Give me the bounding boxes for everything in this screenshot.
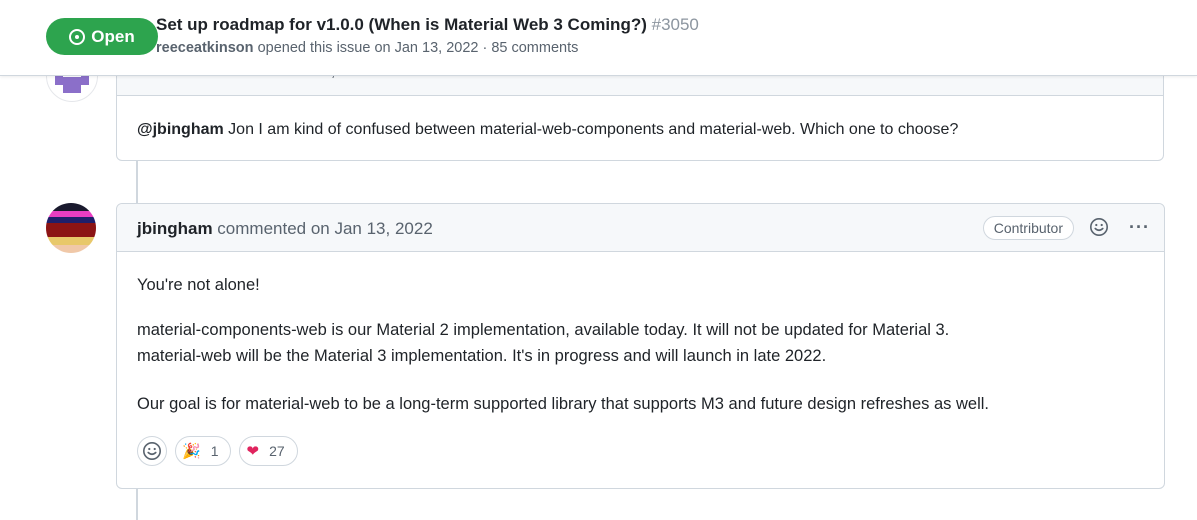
- reaction-count: 27: [269, 443, 285, 459]
- avatar[interactable]: [46, 203, 96, 253]
- issue-number: #3050: [651, 15, 699, 34]
- comment-box: jbingham commented on Jan 13, 2022 Contr…: [116, 203, 1165, 489]
- user-mention-link[interactable]: @jbingham: [137, 121, 224, 138]
- heart-icon: ❤: [246, 442, 260, 460]
- issue-meta-text: opened this issue on Jan 13, 2022 · 85 c…: [257, 40, 579, 56]
- contributor-badge: Contributor: [982, 216, 1074, 240]
- comment-paragraph: material-components-web is our Material …: [137, 321, 950, 339]
- comment-timestamp[interactable]: commented on Jan 13, 2022: [217, 219, 432, 238]
- tada-icon: 🎉: [182, 442, 201, 460]
- comment-author[interactable]: jbingham: [137, 219, 213, 238]
- issue-title-text[interactable]: Set up roadmap for v1.0.0 (When is Mater…: [156, 15, 647, 34]
- comment-paragraph: You're not alone!: [137, 276, 260, 294]
- issue-opened-icon: [69, 28, 86, 45]
- comment-header: jbingham commented on Jan 13, 2022 Contr…: [117, 204, 1164, 252]
- smiley-icon: [143, 442, 161, 460]
- issue-state-label: Open: [91, 26, 135, 46]
- reaction-tada-button[interactable]: 🎉 1: [175, 436, 232, 466]
- issue-state-badge: Open: [46, 18, 158, 55]
- comment-text: Jon I am kind of confused between materi…: [223, 121, 959, 138]
- issue-title[interactable]: Set up roadmap for v1.0.0 (When is Mater…: [156, 15, 699, 35]
- reaction-heart-button[interactable]: ❤ 27: [239, 436, 298, 466]
- issue-meta: reeceatkinson opened this issue on Jan 1…: [156, 40, 578, 56]
- reaction-count: 1: [210, 443, 219, 459]
- comment-author-line: jbingham commented on Jan 13, 2022: [137, 219, 433, 239]
- add-reaction-button[interactable]: [137, 436, 167, 466]
- comment-paragraph: Our goal is for material-web to be a lon…: [137, 395, 989, 413]
- reactions-bar: 🎉 1 ❤ 27: [137, 436, 298, 466]
- issue-author-link[interactable]: reeceatkinson: [156, 40, 254, 56]
- sticky-issue-header: Open Set up roadmap for v1.0.0 (When is …: [0, 0, 1197, 76]
- comment-paragraph: material-web will be the Material 3 impl…: [137, 347, 827, 365]
- kebab-menu-icon[interactable]: ···: [1129, 216, 1150, 238]
- comment-body: @jbingham Jon I am kind of confused betw…: [117, 96, 1163, 164]
- add-reaction-smiley-icon[interactable]: [1089, 217, 1109, 237]
